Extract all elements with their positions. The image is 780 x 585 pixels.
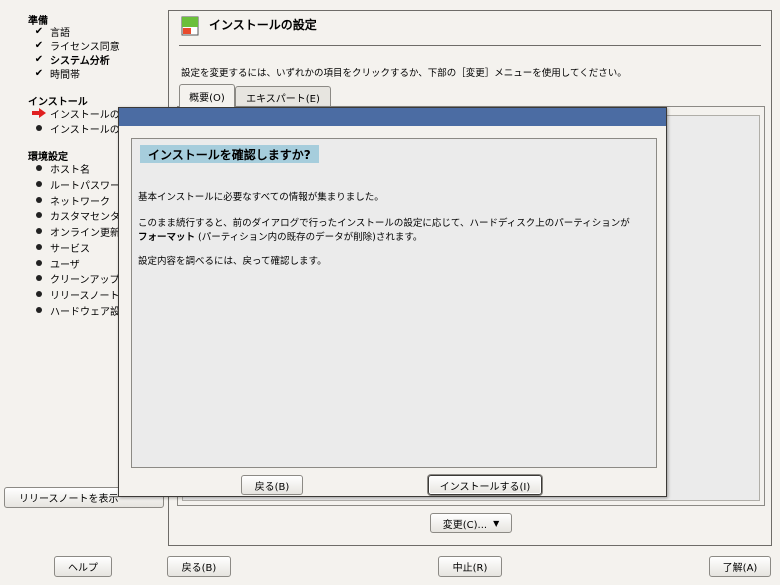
step-language: ✔ 言語 xyxy=(28,24,70,39)
bullet-icon xyxy=(28,165,50,171)
bullet-icon xyxy=(28,260,50,266)
step-label: ハードウェア設 xyxy=(50,306,120,318)
accept-button[interactable]: 了解(A) xyxy=(709,556,771,577)
bullet-icon xyxy=(28,197,50,203)
step-perform-install: インストールの xyxy=(28,121,120,136)
checkmark-icon: ✔ xyxy=(34,67,44,79)
change-button-label: 変更(C)... xyxy=(442,519,488,531)
step-label: ルートパスワー xyxy=(50,180,120,192)
step-customer-center: カスタマセンタ xyxy=(28,208,120,223)
dialog-message-area: インストールを確認しますか? 基本インストールに必要なすべての情報が集まりました… xyxy=(131,138,657,468)
step-services: サービス xyxy=(28,240,90,255)
dialog-heading: インストールを確認しますか? xyxy=(140,145,319,163)
page-title: インストールの設定 xyxy=(209,18,317,32)
step-online-update: オンライン更新 xyxy=(28,224,120,239)
bullet-icon xyxy=(28,228,50,234)
step-label: ネットワーク xyxy=(50,196,110,208)
dialog-install-button[interactable]: インストールする(I) xyxy=(428,475,542,495)
step-hostname: ホスト名 xyxy=(28,161,90,176)
bullet-icon xyxy=(28,125,50,131)
step-network: ネットワーク xyxy=(28,193,110,208)
step-users: ユーザ xyxy=(28,256,80,271)
tab-overview[interactable]: 概要(O) xyxy=(179,84,235,107)
step-label: インストールの xyxy=(50,124,120,136)
step-label: クリーンアップ xyxy=(50,274,120,286)
bullet-icon xyxy=(28,212,50,218)
step-label: ホスト名 xyxy=(50,164,90,176)
step-license: ✔ ライセンス同意 xyxy=(28,38,120,53)
step-release-notes: リリースノート xyxy=(28,287,120,302)
step-label: ユーザ xyxy=(50,259,80,271)
dialog-paragraph-1: 基本インストールに必要なすべての情報が集まりました。 xyxy=(138,192,384,203)
installation-settings-icon xyxy=(181,16,199,36)
format-emphasis: フォーマット xyxy=(138,232,196,243)
step-install-settings-current: インストールの xyxy=(28,106,120,121)
step-root-password: ルートパスワー xyxy=(28,177,120,192)
step-label: リリースノート xyxy=(50,290,120,302)
dialog-paragraph-2: このまま続行すると、前のダイアログで行ったインストールの設定に応じて、ハードディ… xyxy=(138,218,630,229)
checkmark-icon: ✔ xyxy=(34,53,44,65)
bullet-icon xyxy=(28,291,50,297)
back-button[interactable]: 戻る(B) xyxy=(167,556,231,577)
step-cleanup: クリーンアップ xyxy=(28,271,120,286)
step-label: 言語 xyxy=(50,27,70,39)
step-label: システム分析 xyxy=(50,55,110,67)
abort-button[interactable]: 中止(R) xyxy=(438,556,502,577)
title-divider xyxy=(179,45,761,46)
dialog-paragraph-2-cont: フォーマット (パーティション内の既存のデータが削除)されます。 xyxy=(138,231,422,245)
step-timezone: ✔ 時間帯 xyxy=(28,66,80,81)
bullet-icon xyxy=(28,244,50,250)
bullet-icon xyxy=(28,307,50,313)
dialog-paragraph-3: 設定内容を調べるには、戻って確認します。 xyxy=(138,256,327,267)
step-hardware: ハードウェア設 xyxy=(28,303,120,318)
confirm-install-dialog: インストールを確認しますか? 基本インストールに必要なすべての情報が集まりました… xyxy=(118,107,667,497)
change-menu-button[interactable]: 変更(C)... ▼ xyxy=(430,513,512,533)
dialog-titlebar[interactable] xyxy=(119,108,666,126)
step-label: オンライン更新 xyxy=(50,227,120,239)
instruction-text: 設定を変更するには、いずれかの項目をクリックするか、下部の［変更］メニューを使用… xyxy=(181,68,627,79)
bullet-icon xyxy=(28,275,50,281)
step-system-analysis: ✔ システム分析 xyxy=(28,52,110,67)
current-step-arrow-icon xyxy=(28,108,50,118)
step-label: カスタマセンタ xyxy=(50,211,120,223)
format-note: (パーティション内の既存のデータが削除)されます。 xyxy=(195,232,423,243)
step-label: 時間帯 xyxy=(50,69,80,81)
help-button[interactable]: ヘルプ xyxy=(54,556,112,577)
step-label: サービス xyxy=(50,243,90,255)
dropdown-arrow-icon: ▼ xyxy=(493,518,500,528)
checkmark-icon: ✔ xyxy=(34,25,44,37)
step-label: インストールの xyxy=(50,109,120,121)
checkmark-icon: ✔ xyxy=(34,39,44,51)
bullet-icon xyxy=(28,181,50,187)
step-label: ライセンス同意 xyxy=(50,41,120,53)
dialog-back-button[interactable]: 戻る(B) xyxy=(241,475,303,495)
tab-expert[interactable]: エキスパート(E) xyxy=(235,86,331,108)
